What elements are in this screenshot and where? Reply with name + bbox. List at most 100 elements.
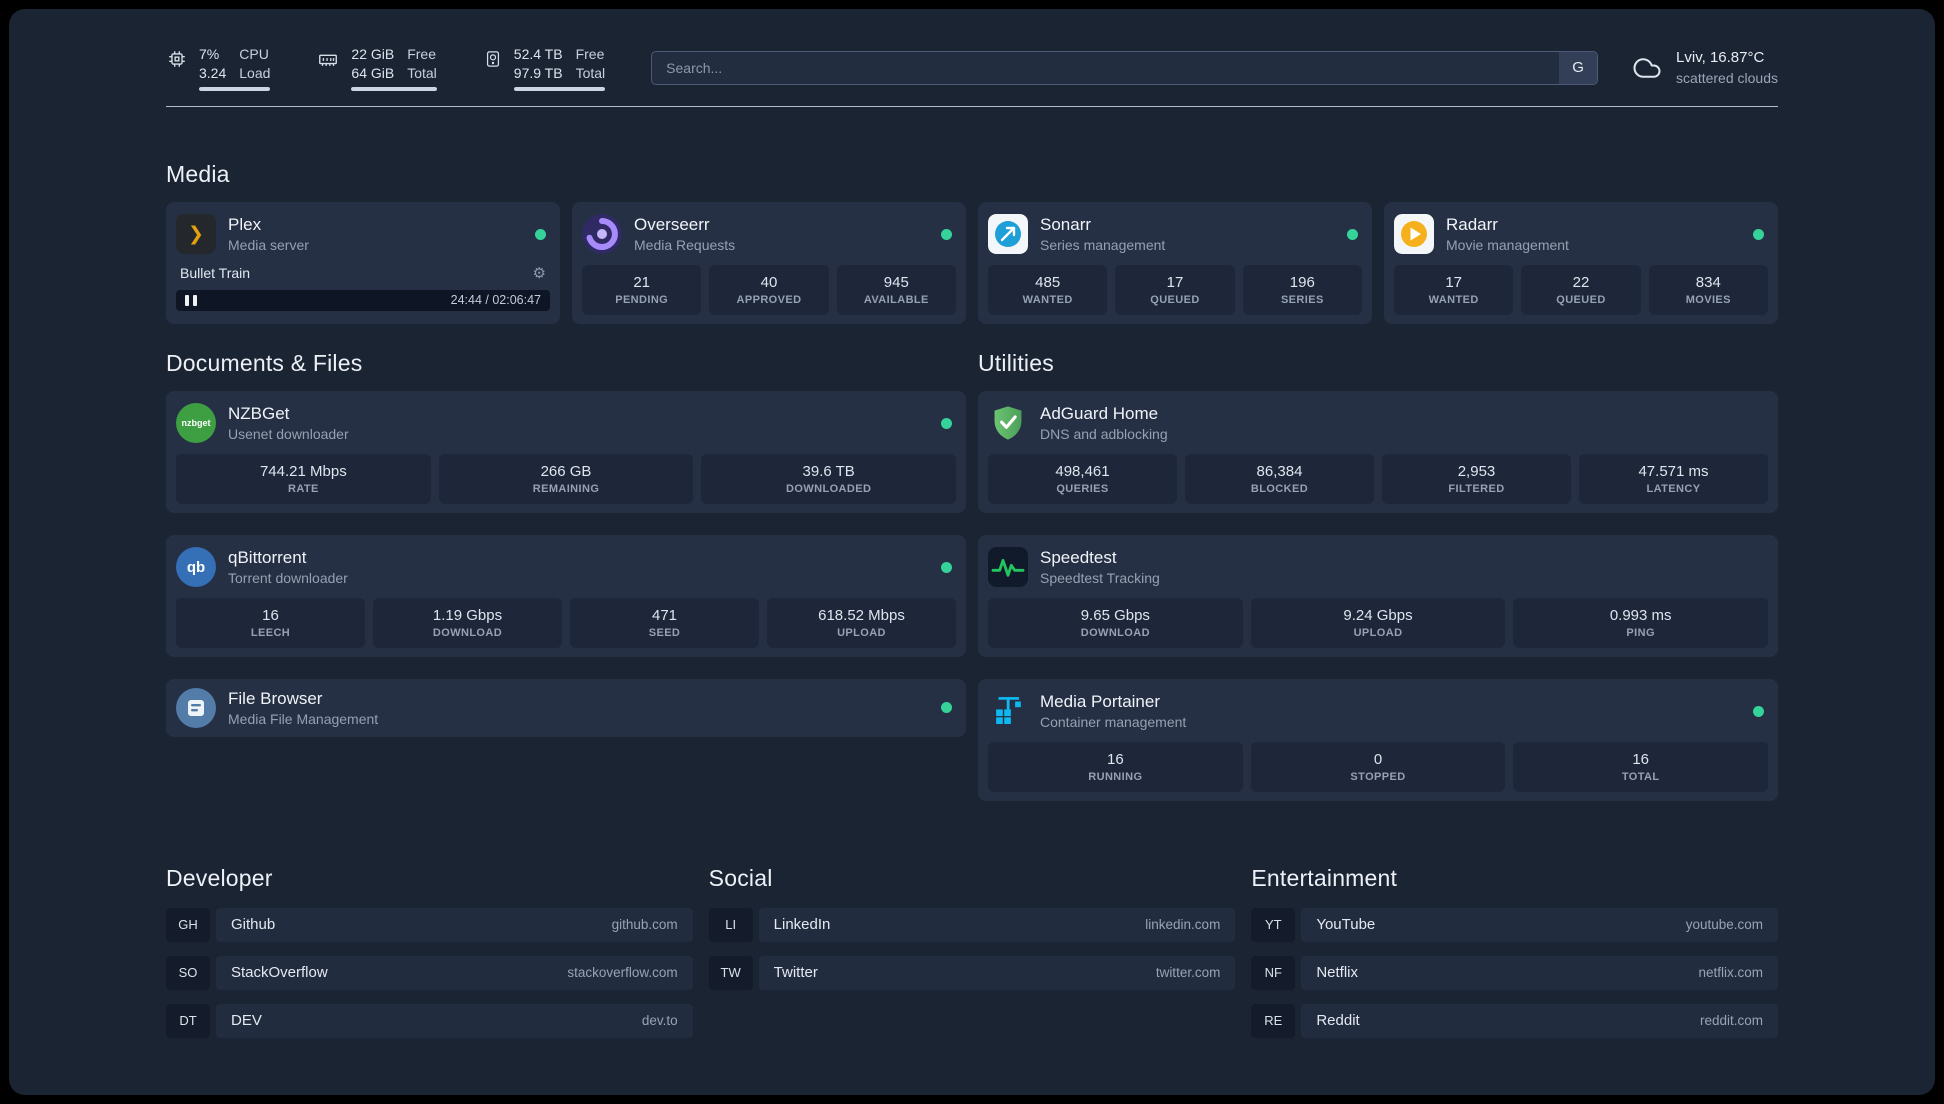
service-card-nzbget[interactable]: nzbget NZBGet Usenet downloader 744.21 M… (166, 390, 966, 513)
stat-running: 16 RUNNING (988, 741, 1243, 792)
bookmark-name: Github (231, 916, 276, 934)
overseerr-icon (582, 214, 622, 255)
stat-approved: 40 APPROVED (709, 264, 829, 315)
service-name: qBittorrent (228, 548, 307, 568)
bookmark-pill: Reddit reddit.com (1301, 1003, 1778, 1038)
bookmark-linkedin[interactable]: LI LinkedIn linkedin.com (708, 907, 1236, 942)
bookmark-name: Netflix (1316, 964, 1359, 982)
bookmark-pill: YouTube youtube.com (1301, 907, 1778, 942)
bookmark-abbr: RE (1251, 1003, 1296, 1038)
top-bar: 7% 3.24 CPU Load 22 GiB 64 GiB Free Tota… (166, 45, 1778, 91)
service-name: Overseerr (634, 215, 710, 235)
search-provider-button[interactable]: G (1559, 51, 1598, 84)
bookmark-name: DEV (231, 1012, 262, 1030)
service-name: Media Portainer (1040, 692, 1161, 712)
stat-wanted: 485 WANTED (988, 264, 1108, 315)
disk-widget: 52.4 TB 97.9 TB Free Total (483, 45, 606, 91)
bookmark-domain: linkedin.com (1145, 917, 1221, 933)
service-card-portainer[interactable]: Media Portainer Container management 16 … (978, 678, 1778, 801)
bookmark-domain: reddit.com (1699, 1013, 1763, 1029)
service-description: Torrent downloader (228, 570, 348, 587)
memory-free: 22 GiB (351, 46, 395, 62)
service-description: Media server (228, 237, 309, 254)
topbar-divider (166, 105, 1778, 107)
service-name: Speedtest (1040, 548, 1117, 568)
stat-filtered: 2,953 FILTERED (1382, 453, 1571, 504)
bookmarks-area: Developer GH Github github.com SO StackO… (166, 865, 1778, 1052)
bookmark-domain: youtube.com (1685, 917, 1763, 933)
bookmark-name: Reddit (1316, 1012, 1360, 1030)
disk-label-line2: Total (575, 64, 606, 81)
cpu-label-line1: CPU (239, 46, 269, 62)
weather-condition: scattered clouds (1676, 69, 1778, 86)
service-card-radarr[interactable]: Radarr Movie management 17 WANTED 22 QUE… (1384, 201, 1778, 324)
bookmark-name: Twitter (773, 964, 818, 982)
status-dot (941, 417, 952, 429)
bookmark-stackoverflow[interactable]: SO StackOverflow stackoverflow.com (166, 955, 693, 990)
section-title-social: Social (708, 864, 773, 891)
service-card-sonarr[interactable]: Sonarr Series management 485 WANTED 17 Q… (978, 201, 1372, 324)
bookmark-domain: dev.to (641, 1013, 678, 1029)
stat-stopped: 0 STOPPED (1250, 741, 1506, 792)
bookmark-pill: StackOverflow stackoverflow.com (216, 955, 693, 990)
bookmark-domain: stackoverflow.com (567, 965, 678, 981)
bookmark-dev[interactable]: DT DEV dev.to (166, 1003, 693, 1038)
memory-label-line2: Total (407, 64, 437, 81)
service-card-adguard[interactable]: AdGuard Home DNS and adblocking 498,461 … (978, 390, 1778, 513)
status-dot (1753, 705, 1764, 717)
disk-label-line1: Free (575, 46, 605, 62)
status-dot (1753, 228, 1764, 240)
service-description: Usenet downloader (228, 426, 349, 443)
stat-movies: 834 MOVIES (1648, 264, 1768, 315)
status-dot (941, 228, 952, 240)
bookmark-github[interactable]: GH Github github.com (166, 907, 693, 942)
bookmark-twitter[interactable]: TW Twitter twitter.com (708, 955, 1236, 990)
service-description: Series management (1040, 237, 1166, 254)
cloud-icon (1633, 58, 1661, 78)
status-dot (941, 561, 952, 573)
cpu-load-average: 3.24 (199, 64, 227, 81)
bookmark-pill: Github github.com (216, 907, 693, 942)
service-card-overseerr[interactable]: Overseerr Media Requests 21 PENDING 40 A… (572, 201, 966, 324)
service-card-qbittorrent[interactable]: qb qBittorrent Torrent downloader 16 LEE… (166, 534, 966, 657)
bookmark-domain: github.com (611, 917, 678, 933)
media-card-grid: ❯ Plex Media server Bullet Train ⚙ 24:44… (166, 201, 1778, 324)
memory-total: 64 GiB (351, 64, 395, 81)
speedtest-icon (988, 547, 1028, 588)
service-description: DNS and adblocking (1040, 426, 1168, 443)
bookmark-abbr: YT (1251, 907, 1296, 942)
service-card-plex[interactable]: ❯ Plex Media server Bullet Train ⚙ 24:44… (166, 201, 560, 324)
gear-icon[interactable]: ⚙ (533, 264, 546, 282)
search-input[interactable] (651, 50, 1599, 85)
bookmark-youtube[interactable]: YT YouTube youtube.com (1251, 907, 1778, 942)
section-title-entertainment: Entertainment (1251, 864, 1398, 891)
bookmark-netflix[interactable]: NF Netflix netflix.com (1251, 955, 1778, 990)
bookmark-abbr: DT (166, 1003, 210, 1038)
documents-column: Documents & Files nzbget NZBGet Usenet d… (166, 350, 966, 737)
bookmark-abbr: SO (166, 955, 210, 990)
stat-downloaded: 39.6 TB DOWNLOADED (701, 453, 957, 504)
service-card-speedtest[interactable]: Speedtest Speedtest Tracking 9.65 Gbps D… (978, 534, 1778, 657)
bookmark-pill: LinkedIn linkedin.com (758, 907, 1236, 942)
service-description: Speedtest Tracking (1040, 570, 1160, 587)
disk-usage-bar (513, 86, 606, 91)
utilities-column: Utilities AdGuard Home DNS and adblockin… (978, 350, 1778, 801)
search-bar: G (651, 50, 1599, 85)
pause-icon[interactable] (185, 294, 197, 306)
bookmark-reddit[interactable]: RE Reddit reddit.com (1251, 1003, 1778, 1038)
weather-widget: Lviv, 16.87°C scattered clouds (1630, 48, 1778, 87)
cpu-widget: 7% 3.24 CPU Load (166, 45, 271, 91)
service-description: Media File Management (228, 710, 379, 727)
service-description: Container management (1040, 714, 1187, 731)
section-title-documents: Documents & Files (166, 349, 363, 376)
sonarr-icon (988, 214, 1028, 255)
bookmark-domain: twitter.com (1155, 965, 1221, 981)
plex-icon: ❯ (176, 214, 216, 255)
bookmark-name: LinkedIn (773, 916, 831, 934)
bookmarks-developer: Developer GH Github github.com SO StackO… (166, 865, 693, 1052)
service-card-filebrowser[interactable]: File Browser Media File Management (166, 678, 966, 737)
bookmark-pill: Netflix netflix.com (1301, 955, 1778, 990)
now-playing-title: Bullet Train (180, 264, 251, 281)
stat-rate: 744.21 Mbps RATE (176, 453, 431, 504)
stat-upload: 9.24 Gbps UPLOAD (1250, 597, 1506, 648)
